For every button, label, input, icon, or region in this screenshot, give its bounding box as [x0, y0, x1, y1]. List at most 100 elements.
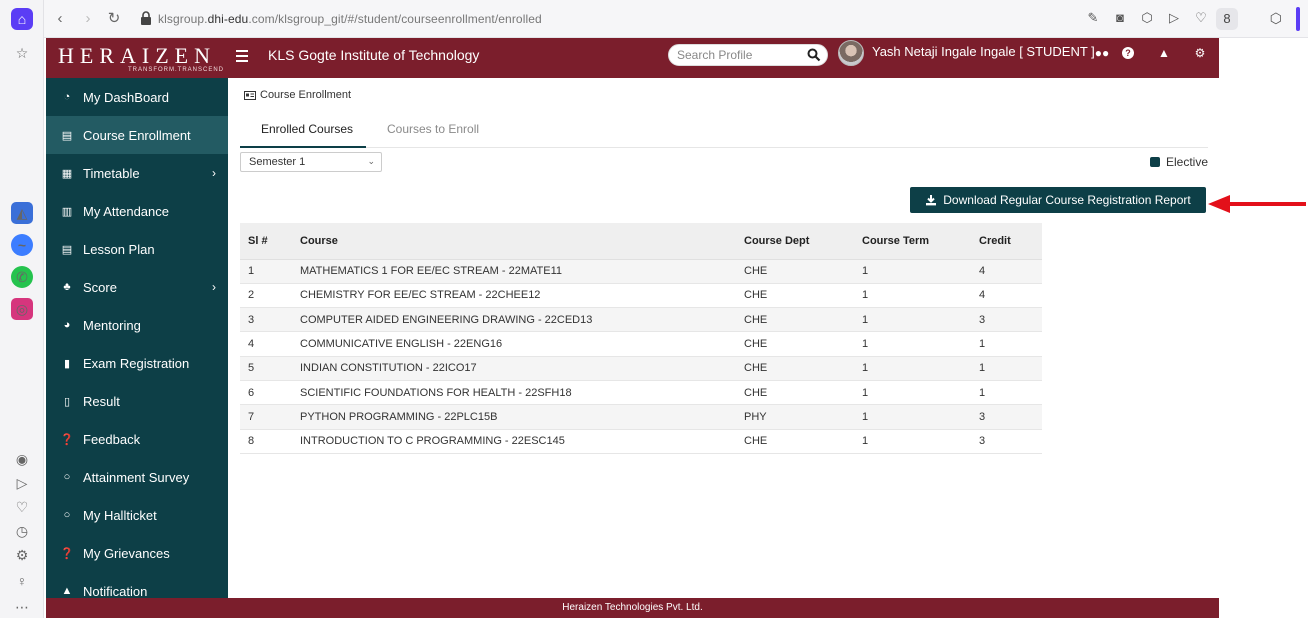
help-icon[interactable]: ? — [1122, 47, 1134, 59]
address-bar[interactable]: klsgroup.dhi-edu.com/klsgroup_git/#/stud… — [158, 12, 542, 26]
search-icon[interactable] — [807, 48, 821, 62]
sidebar-item-my-attendance[interactable]: ▥ My Attendance — [46, 192, 228, 230]
sidebar-item-my-dashboard[interactable]: ◔ My DashBoard — [46, 78, 228, 116]
semester-value: Semester 1 — [249, 156, 306, 168]
download-label: Download Regular Course Registration Rep… — [943, 193, 1191, 207]
settings-icon[interactable]: ⚙ — [11, 544, 33, 566]
sidebar-item-mentoring[interactable]: ◕ Mentoring — [46, 306, 228, 344]
back-icon[interactable]: ‹ — [50, 9, 70, 29]
table-cell: 1 — [240, 259, 292, 284]
table-cell: 3 — [240, 307, 292, 333]
tab-enrolled-courses[interactable]: Enrolled Courses — [240, 122, 366, 148]
table-cell: CHE — [736, 283, 854, 309]
messenger-icon[interactable]: ~ — [11, 234, 33, 256]
sidebar-item-my-grievances[interactable]: ❓ My Grievances — [46, 534, 228, 572]
search-profile-input[interactable] — [677, 48, 797, 62]
sidebar-item-feedback[interactable]: ❓ Feedback — [46, 420, 228, 458]
circle-icon: ○ — [63, 509, 71, 521]
tab-label: Enrolled Courses — [261, 122, 354, 136]
reload-icon[interactable]: ↻ — [104, 9, 124, 29]
user-name[interactable]: Yash Netaji Ingale Ingale [ STUDENT ] — [872, 44, 1095, 59]
table-cell: PHY — [736, 404, 854, 430]
table-body: 1 MATHEMATICS 1 FOR EE/EC STREAM - 22MATE… — [240, 259, 1042, 454]
sidebar-item-result[interactable]: ▯ Result — [46, 382, 228, 420]
table-row: 1 MATHEMATICS 1 FOR EE/EC STREAM - 22MATE… — [240, 259, 1042, 284]
search-box[interactable] — [668, 44, 828, 66]
heraizen-logo[interactable]: HERAIZEN TRANSFORM.TRANSCEND — [58, 43, 223, 75]
course-tabs: Enrolled Courses Courses to Enroll — [240, 116, 1208, 148]
sidebar-item-label: Score — [83, 279, 117, 295]
profile-button[interactable]: 8 — [1216, 8, 1238, 30]
sidebar-item-label: Timetable — [83, 165, 140, 181]
bell-icon[interactable]: ▲ — [1156, 45, 1172, 61]
semester-select[interactable]: Semester 1 ⌄ — [240, 152, 382, 172]
sidebar-item-course-enrollment[interactable]: ▤ Course Enrollment — [46, 116, 228, 154]
sidebar-item-timetable[interactable]: ▦ Timetable › — [46, 154, 228, 192]
home-icon[interactable]: ⌂ — [11, 8, 33, 30]
table-cell: 1 — [854, 259, 971, 284]
sidebar-item-label: Feedback — [83, 431, 141, 447]
bell-icon: ▲ — [61, 585, 73, 597]
browser-toolbar: ‹ › ↻ klsgroup.dhi-edu.com/klsgroup_git/… — [44, 0, 1308, 38]
sidebar-item-attainment-survey[interactable]: ○ Attainment Survey — [46, 458, 228, 496]
table-cell: 4 — [240, 331, 292, 357]
app-shortcut-icon[interactable]: ◭ — [11, 202, 33, 224]
whatsapp-icon[interactable]: ✆ — [11, 266, 33, 288]
hamburger-menu-icon[interactable] — [236, 48, 248, 62]
table-cell: 2 — [240, 283, 292, 309]
settings-gears-icon[interactable]: ⚙ — [1192, 45, 1208, 61]
table-cell: 7 — [240, 404, 292, 430]
sidebar-item-label: My Attendance — [83, 203, 169, 219]
app-sidebar: ◔ My DashBoard ▤ Course Enrollment ▦ Timetabl… — [46, 78, 228, 598]
download-report-button[interactable]: Download Regular Course Registration Rep… — [910, 187, 1206, 213]
table-cell: 1 — [971, 356, 1042, 381]
star-icon[interactable]: ☆ — [11, 42, 33, 64]
table-cell: 1 — [854, 331, 971, 357]
user-circle-icon: ◕ — [63, 319, 71, 331]
sidebar-item-my-hallticket[interactable]: ○ My Hallticket — [46, 496, 228, 534]
url-host: dhi-edu — [207, 12, 249, 26]
user-avatar[interactable] — [838, 40, 864, 66]
table-cell: 3 — [971, 307, 1042, 333]
camera-icon[interactable]: ◙ — [1112, 10, 1128, 26]
heart-icon[interactable]: ♡ — [1193, 10, 1209, 26]
send-icon[interactable]: ▷ — [11, 472, 33, 494]
extension-cube-icon[interactable]: ⬡ — [1270, 10, 1282, 27]
forward-icon[interactable]: › — [78, 9, 98, 29]
table-cell: 3 — [971, 404, 1042, 430]
table-cell: CHE — [736, 429, 854, 454]
table-cell: INTRODUCTION TO C PROGRAMMING - 22ESC145 — [292, 429, 736, 454]
bulb-icon[interactable]: ♀ — [11, 570, 33, 592]
table-cell: 1 — [971, 380, 1042, 406]
play-circle-icon[interactable]: ◉ — [11, 448, 33, 470]
table-cell: 4 — [971, 259, 1042, 284]
red-arrow-annotation — [1208, 195, 1306, 213]
shield-icon[interactable]: ⬡ — [1139, 10, 1155, 26]
document-icon: ▯ — [63, 395, 71, 408]
play-icon[interactable]: ▷ — [1166, 10, 1182, 26]
table-cell: 4 — [971, 283, 1042, 309]
table-cell: 5 — [240, 356, 292, 381]
heart-icon[interactable]: ♡ — [11, 496, 33, 518]
more-icon[interactable]: ⋯ — [11, 596, 33, 618]
sidebar-item-exam-registration[interactable]: ▮ Exam Registration — [46, 344, 228, 382]
sidebar-item-notification[interactable]: ▲ Notification — [46, 572, 228, 599]
chevron-down-icon: ⌄ — [367, 156, 375, 166]
tab-courses-to-enroll[interactable]: Courses to Enroll — [387, 122, 479, 148]
calendar-icon: ▦ — [61, 167, 73, 180]
clock-icon[interactable]: ◷ — [11, 520, 33, 542]
chat-icon[interactable]: ●● — [1094, 45, 1110, 61]
chevron-right-icon: › — [212, 280, 216, 294]
instagram-icon[interactable]: ◎ — [11, 298, 33, 320]
sidebar-item-lesson-plan[interactable]: ▤ Lesson Plan — [46, 230, 228, 268]
institute-name: KLS Gogte Institute of Technology — [268, 47, 480, 63]
table-cell: MATHEMATICS 1 FOR EE/EC STREAM - 22MATE1… — [292, 259, 736, 284]
sidebar-item-label: Notification — [83, 583, 148, 599]
sidebar-item-score[interactable]: ♣ Score › — [46, 268, 228, 306]
table-row: 8 INTRODUCTION TO C PROGRAMMING - 22ESC14… — [240, 429, 1042, 454]
edit-icon[interactable]: ✎ — [1085, 10, 1101, 26]
sidebar-toggle[interactable] — [1296, 7, 1300, 31]
url-path: .com/klsgroup_git/#/student/courseenroll… — [248, 12, 542, 26]
breadcrumb-label[interactable]: Course Enrollment — [260, 89, 351, 101]
col-header-dept: Course Dept — [736, 223, 854, 260]
